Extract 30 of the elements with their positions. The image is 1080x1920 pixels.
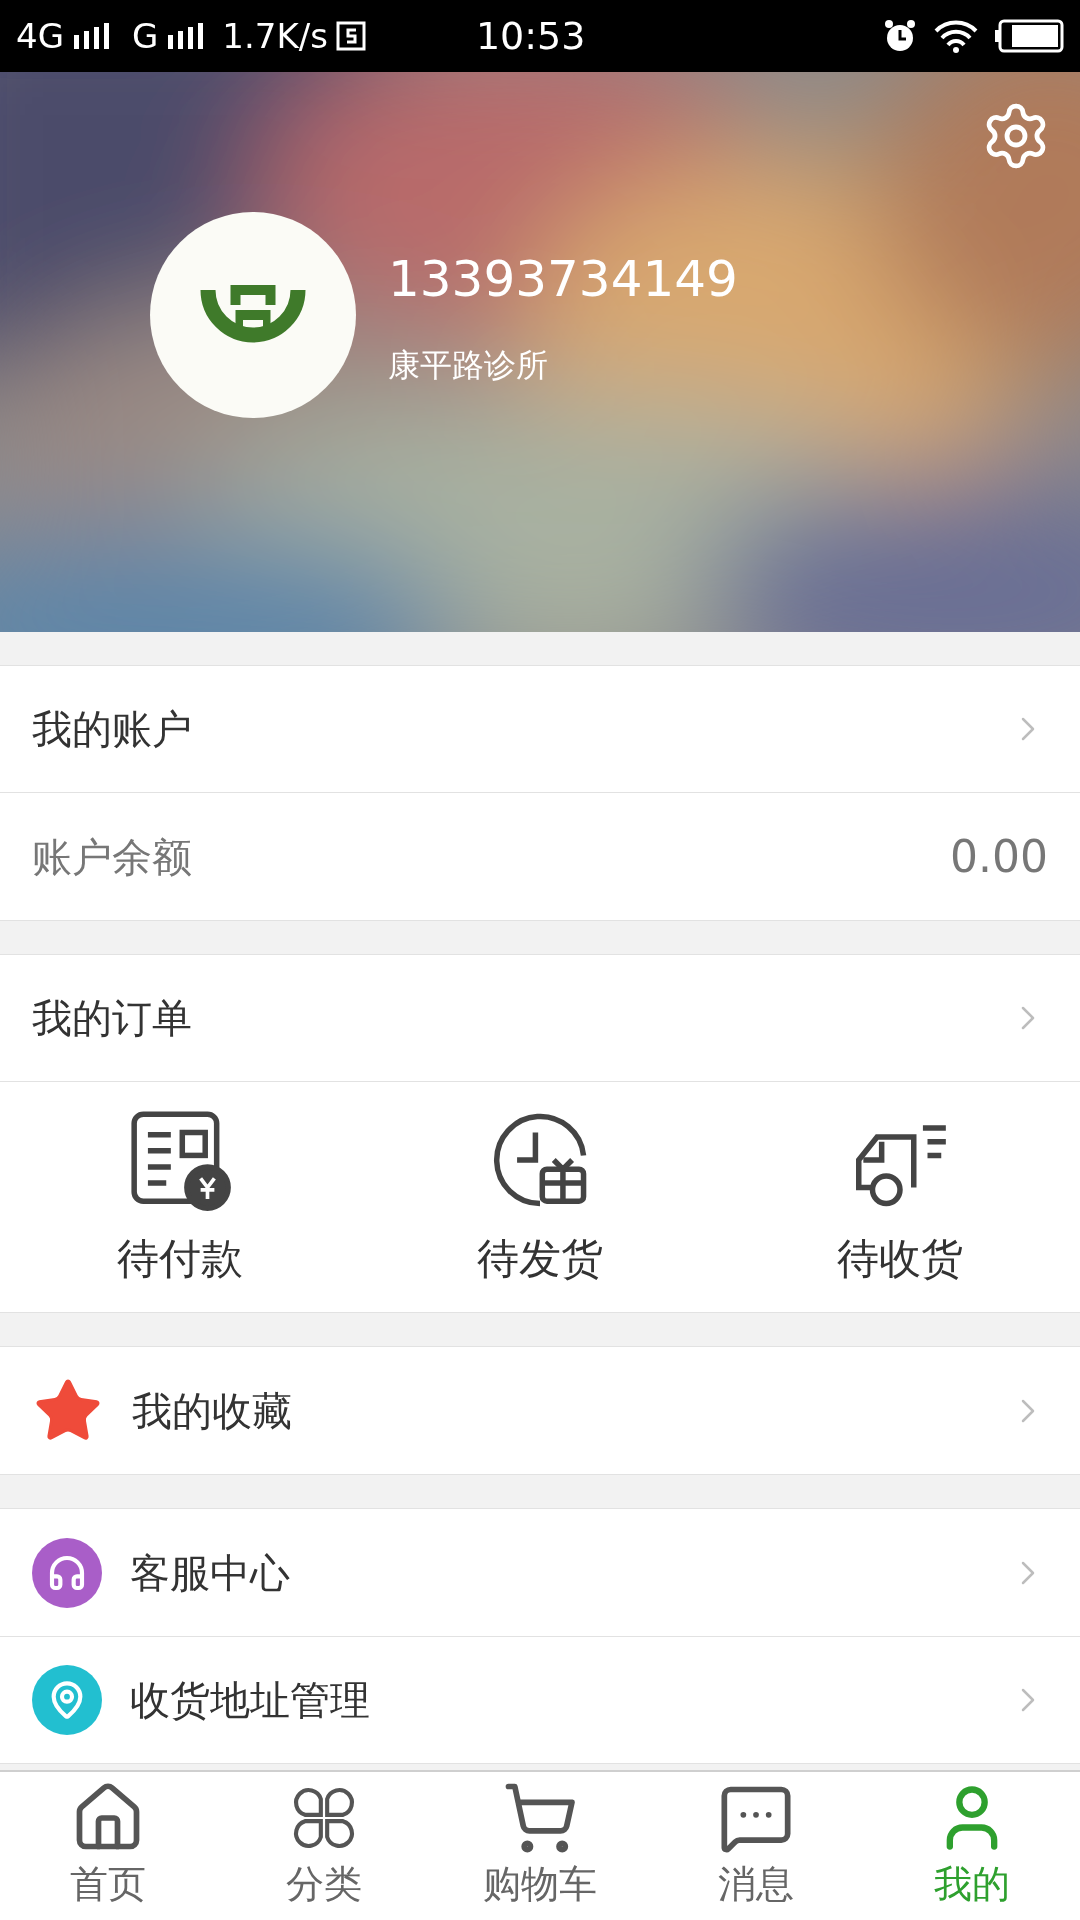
menu-label: 我的收藏 [132,1386,293,1436]
nav-tab[interactable]: 首页 [0,1772,216,1920]
order-status-button[interactable]: 待发货 [360,1082,720,1312]
orders-title: 我的订单 [32,994,193,1043]
orders-row[interactable]: 我的订单 [0,955,1080,1082]
nav-tab[interactable]: 消息 [648,1772,864,1920]
network-speed: 1.7K/s [222,14,328,58]
balance-amount: 0.00 [950,829,1048,884]
nav-tab[interactable]: 购物车 [432,1772,648,1920]
order-status-button[interactable]: 待收货 [720,1082,1080,1312]
order-status-button[interactable]: 待付款 [0,1082,360,1312]
menu-row[interactable]: 客服中心 [0,1509,1080,1636]
nav-tab[interactable]: 分类 [216,1772,432,1920]
menu-row[interactable]: 我的收藏 [0,1347,1080,1474]
network-label: 4G [16,14,64,58]
network-label: G [132,14,159,58]
clock-time: 10:53 [475,12,586,60]
signal-icon [72,21,112,51]
menu-row[interactable]: 收货地址管理 [0,1636,1080,1763]
battery-icon [994,19,1064,53]
account-row[interactable]: 我的账户 [0,666,1080,793]
clinic-name: 康平路诊所 [388,344,549,386]
menu-label: 收货地址管理 [130,1676,371,1725]
alarm-icon [882,18,918,54]
wifi-icon [934,19,978,53]
menu-label: 客服中心 [130,1548,291,1598]
balance-label: 账户余额 [32,832,193,882]
account-title: 我的账户 [32,705,193,754]
phone-number: 13393734149 [388,248,738,310]
s-square-icon [335,21,366,51]
